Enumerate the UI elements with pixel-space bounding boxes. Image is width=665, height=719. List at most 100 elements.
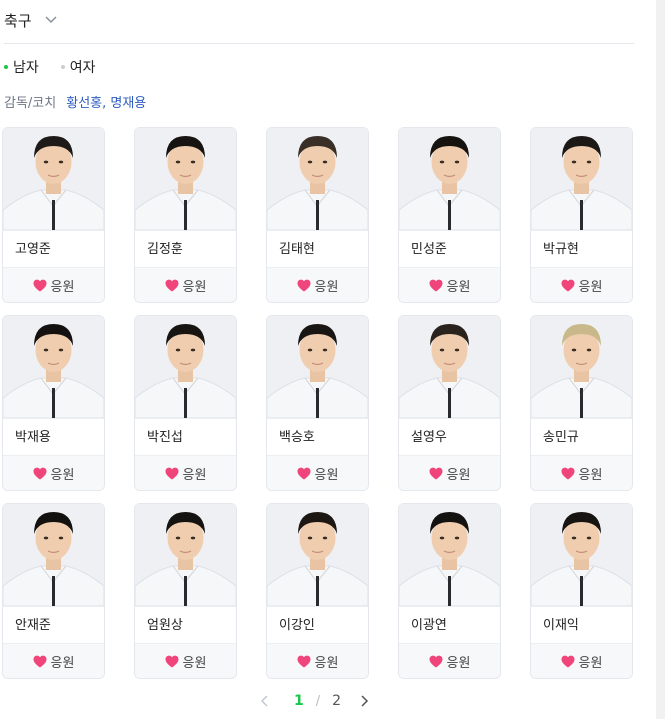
heart-icon <box>33 467 47 480</box>
player-name[interactable]: 김정훈 <box>135 230 236 268</box>
player-photo[interactable] <box>135 504 236 606</box>
player-card[interactable]: 박진섭응원 <box>134 315 237 491</box>
chevron-left-icon[interactable] <box>260 694 270 708</box>
player-photo[interactable] <box>3 504 104 606</box>
player-name[interactable]: 백승호 <box>267 418 368 456</box>
coach-names-link[interactable]: 황선홍, 명재용 <box>66 92 146 111</box>
player-card[interactable]: 김정훈응원 <box>134 127 237 303</box>
player-photo[interactable] <box>135 316 236 418</box>
player-photo[interactable] <box>531 504 632 606</box>
cheer-button[interactable]: 응원 <box>3 644 104 678</box>
heart-icon <box>33 655 47 668</box>
player-photo[interactable] <box>135 128 236 230</box>
active-dot <box>4 65 8 69</box>
cheer-label: 응원 <box>578 280 603 295</box>
player-photo[interactable] <box>3 128 104 230</box>
cheer-button[interactable]: 응원 <box>531 268 632 302</box>
player-name[interactable]: 이광연 <box>399 606 500 644</box>
player-card[interactable]: 이강인응원 <box>266 503 369 679</box>
cheer-button[interactable]: 응원 <box>531 456 632 490</box>
tab-men[interactable]: 남자 <box>4 57 39 77</box>
player-photo[interactable] <box>399 316 500 418</box>
sport-selector[interactable]: 축구 <box>4 8 634 44</box>
cheer-label: 응원 <box>182 468 207 483</box>
player-name[interactable]: 박진섭 <box>135 418 236 456</box>
cheer-button[interactable]: 응원 <box>399 644 500 678</box>
cheer-button[interactable]: 응원 <box>135 456 236 490</box>
cheer-label: 응원 <box>50 656 75 671</box>
cheer-button[interactable]: 응원 <box>3 268 104 302</box>
player-photo[interactable] <box>3 316 104 418</box>
player-card[interactable]: 민성준 응원 <box>398 127 501 303</box>
player-photo[interactable] <box>267 128 368 230</box>
player-name[interactable]: 고영준 <box>3 230 104 268</box>
player-name[interactable]: 설영우 <box>399 418 500 456</box>
heart-icon <box>297 467 311 480</box>
player-name[interactable]: 이강인 <box>267 606 368 644</box>
player-card[interactable]: 이광연응원 <box>398 503 501 679</box>
player-photo[interactable] <box>267 504 368 606</box>
tab-men-label: 남자 <box>13 60 39 76</box>
inactive-dot <box>60 65 65 69</box>
cheer-button[interactable]: 응원 <box>399 268 500 302</box>
cheer-button[interactable]: 응원 <box>267 644 368 678</box>
page-separator: / <box>315 693 321 709</box>
cheer-label: 응원 <box>314 280 339 295</box>
cheer-button[interactable]: 응원 <box>267 456 368 490</box>
scrollbar[interactable] <box>656 0 665 719</box>
cheer-label: 응원 <box>446 468 471 483</box>
heart-icon <box>561 655 575 668</box>
player-card[interactable]: 설영우응원 <box>398 315 501 491</box>
chevron-down-icon <box>45 16 57 24</box>
cheer-label: 응원 <box>182 656 207 671</box>
gender-tabs: 남자 여자 <box>4 57 118 77</box>
player-card[interactable]: 송민규 응원 <box>530 315 633 491</box>
total-pages[interactable]: 2 <box>332 693 341 709</box>
player-card[interactable]: 안재준응원 <box>2 503 105 679</box>
player-card[interactable]: 이재익 응원 <box>530 503 633 679</box>
heart-icon <box>165 467 179 480</box>
cheer-button[interactable]: 응원 <box>399 456 500 490</box>
heart-icon <box>429 655 443 668</box>
cheer-label: 응원 <box>182 280 207 295</box>
player-card[interactable]: 박재용응원 <box>2 315 105 491</box>
pagination: 1 / 2 <box>260 690 369 712</box>
cheer-label: 응원 <box>314 468 339 483</box>
player-name[interactable]: 박규현 <box>531 230 632 268</box>
current-page[interactable]: 1 <box>294 693 304 709</box>
cheer-label: 응원 <box>314 656 339 671</box>
player-card[interactable]: 고영준응원 <box>2 127 105 303</box>
cheer-label: 응원 <box>50 280 75 295</box>
cheer-label: 응원 <box>50 468 75 483</box>
player-card[interactable]: 김태현응원 <box>266 127 369 303</box>
player-photo[interactable] <box>531 128 632 230</box>
heart-icon <box>297 655 311 668</box>
player-name[interactable]: 박재용 <box>3 418 104 456</box>
player-name[interactable]: 송민규 <box>531 418 632 456</box>
heart-icon <box>165 279 179 292</box>
chevron-right-icon[interactable] <box>359 694 369 708</box>
tab-women[interactable]: 여자 <box>60 57 96 77</box>
heart-icon <box>561 467 575 480</box>
player-name[interactable]: 안재준 <box>3 606 104 644</box>
coach-label: 감독/코치 <box>4 96 57 111</box>
cheer-button[interactable]: 응원 <box>3 456 104 490</box>
sport-label: 축구 <box>4 12 32 30</box>
player-card[interactable]: 백승호응원 <box>266 315 369 491</box>
player-photo[interactable] <box>399 504 500 606</box>
heart-icon <box>165 655 179 668</box>
player-photo[interactable] <box>399 128 500 230</box>
cheer-button[interactable]: 응원 <box>531 644 632 678</box>
cheer-button[interactable]: 응원 <box>267 268 368 302</box>
cheer-label: 응원 <box>446 656 471 671</box>
player-card[interactable]: 박규현응원 <box>530 127 633 303</box>
cheer-button[interactable]: 응원 <box>135 268 236 302</box>
player-name[interactable]: 민성준 <box>399 230 500 268</box>
player-card[interactable]: 엄원상응원 <box>134 503 237 679</box>
player-photo[interactable] <box>531 316 632 418</box>
player-name[interactable]: 김태현 <box>267 230 368 268</box>
player-name[interactable]: 엄원상 <box>135 606 236 644</box>
player-name[interactable]: 이재익 <box>531 606 632 644</box>
cheer-button[interactable]: 응원 <box>135 644 236 678</box>
player-photo[interactable] <box>267 316 368 418</box>
